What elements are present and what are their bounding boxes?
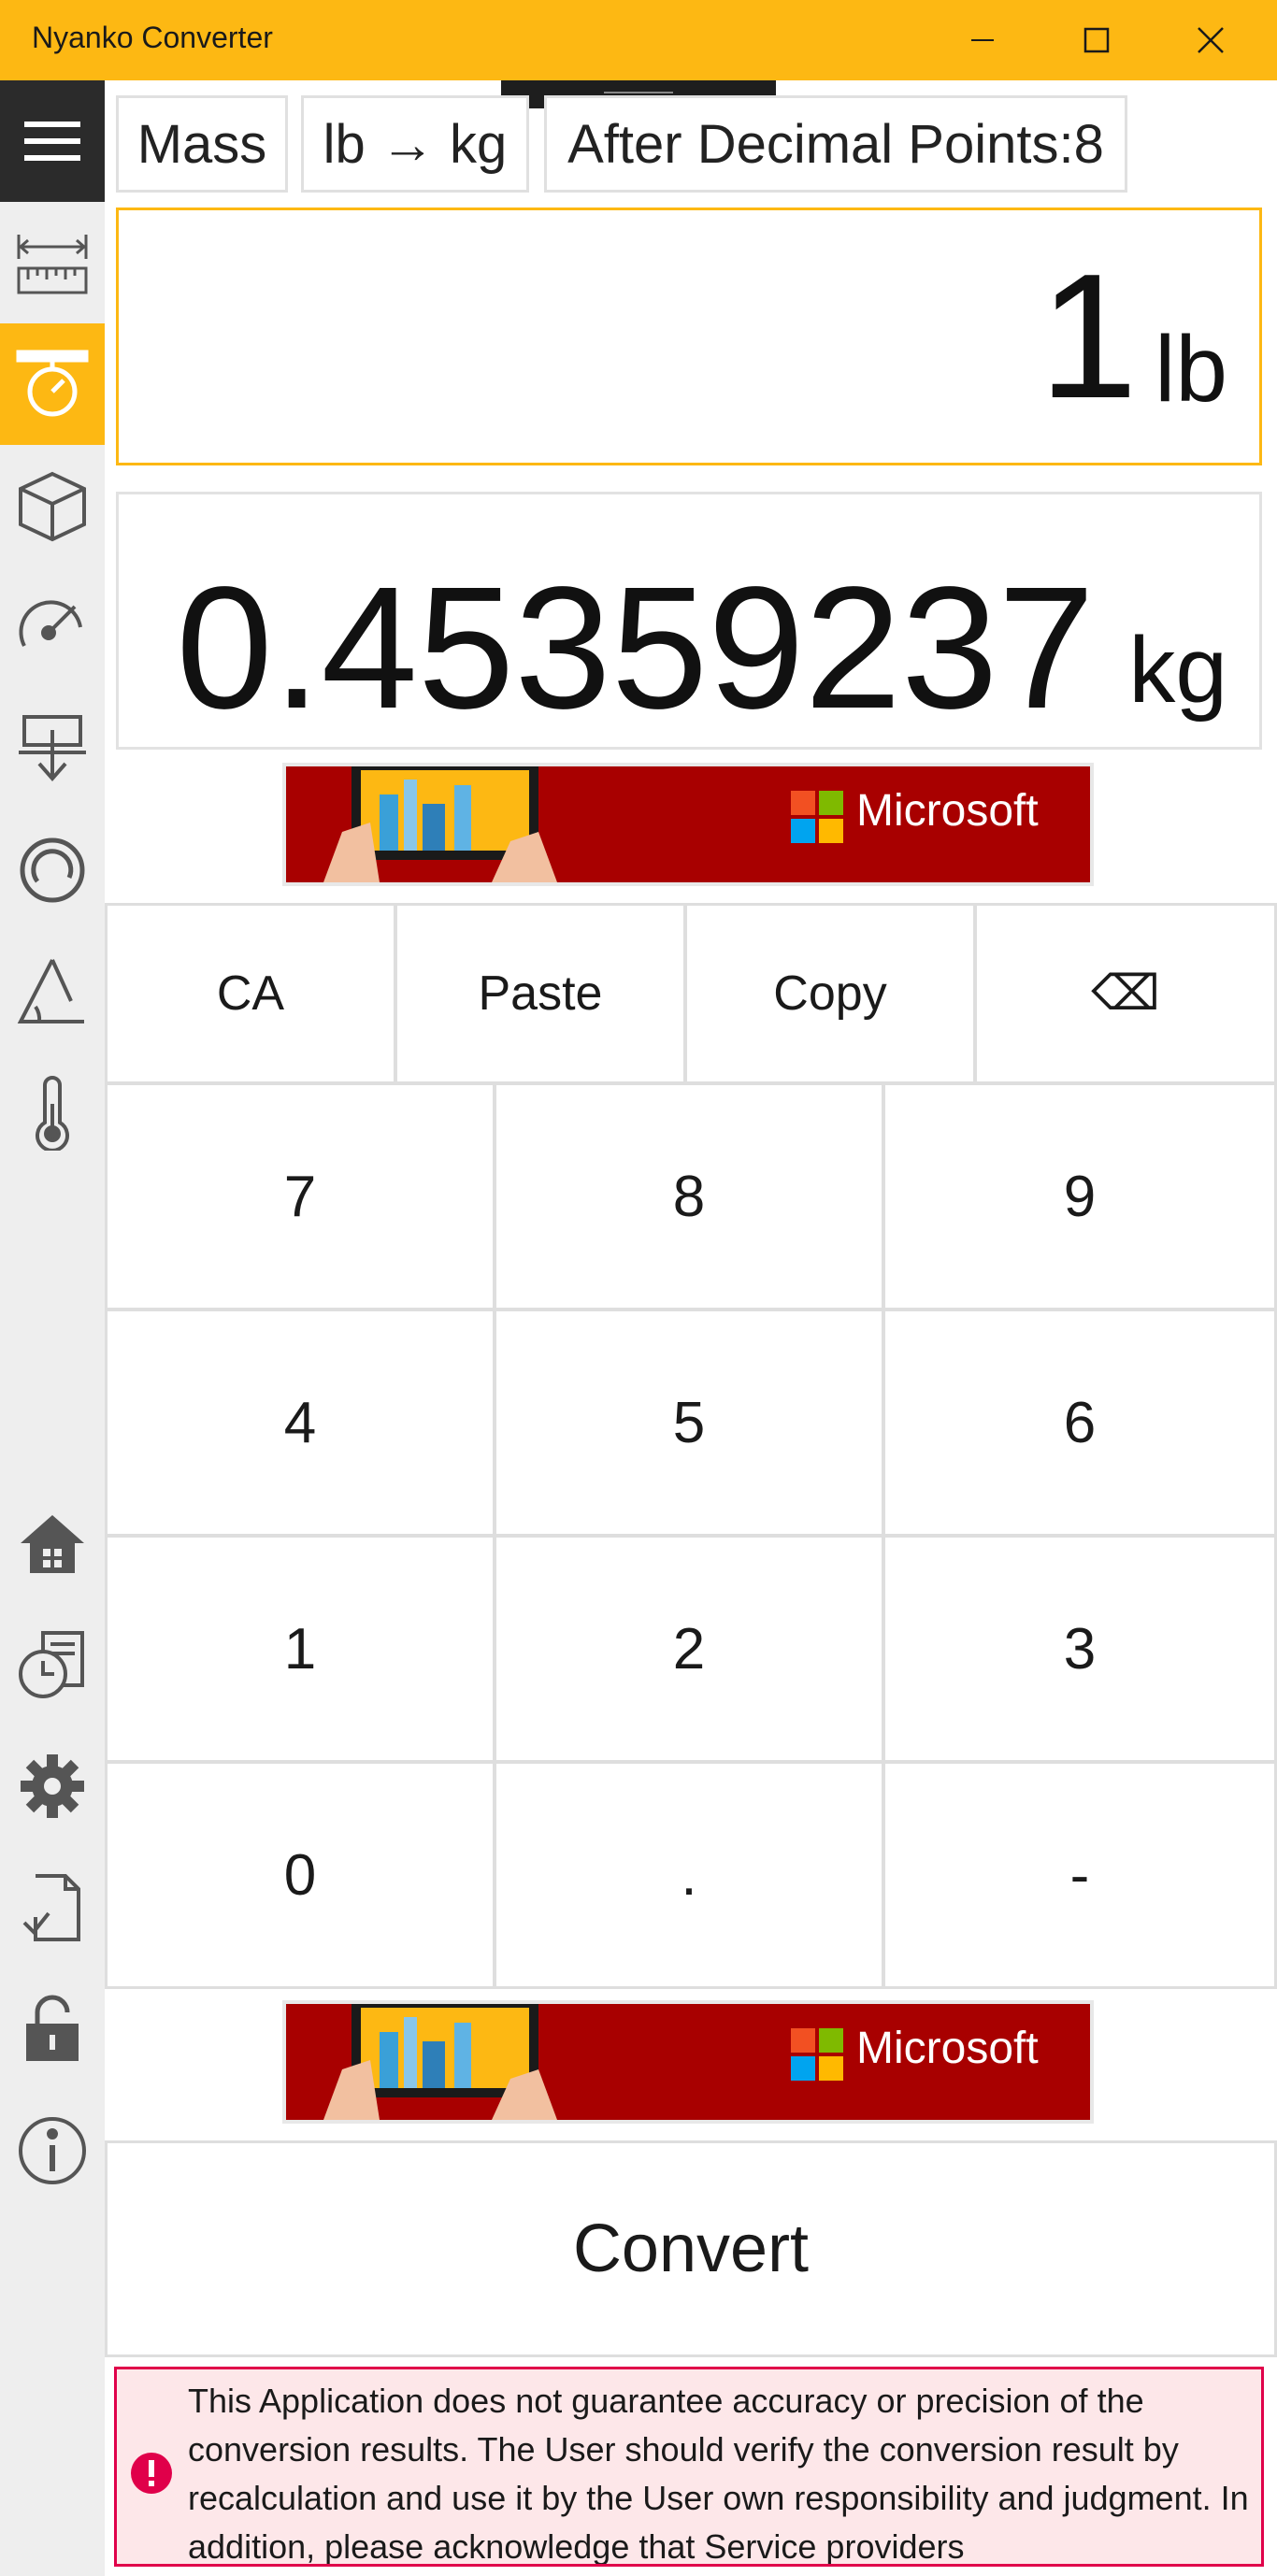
key-9[interactable]: 9 bbox=[882, 1082, 1277, 1310]
ad-illustration bbox=[323, 2004, 557, 2120]
sidebar bbox=[0, 80, 105, 2576]
keypad-row-789: 7 8 9 bbox=[105, 1082, 1277, 1310]
minimize-icon bbox=[971, 39, 994, 41]
clear-all-button[interactable]: CA bbox=[105, 903, 396, 1084]
keypad-row-123: 1 2 3 bbox=[105, 1535, 1277, 1763]
keypad-row-456: 4 5 6 bbox=[105, 1309, 1277, 1537]
mass-scale-icon bbox=[16, 350, 89, 417]
category-selector[interactable]: Mass bbox=[116, 95, 288, 193]
key-6[interactable]: 6 bbox=[882, 1309, 1277, 1537]
input-value: 1 bbox=[1039, 237, 1138, 436]
sidebar-item-settings[interactable] bbox=[0, 1725, 105, 1847]
paste-button[interactable]: Paste bbox=[395, 903, 686, 1084]
sidebar-item-terms[interactable] bbox=[0, 1847, 105, 1968]
pressure-icon bbox=[19, 715, 86, 782]
sidebar-item-info[interactable] bbox=[0, 2090, 105, 2211]
length-ruler-icon bbox=[17, 235, 88, 294]
unlock-icon bbox=[26, 1995, 79, 2061]
settings-gear-icon bbox=[21, 1754, 84, 1818]
home-icon bbox=[21, 1515, 84, 1573]
input-unit: lb bbox=[1155, 317, 1227, 422]
key-2[interactable]: 2 bbox=[494, 1535, 884, 1763]
document-check-icon bbox=[22, 1874, 80, 1941]
key-decimal-point[interactable]: . bbox=[494, 1761, 884, 1989]
key-7[interactable]: 7 bbox=[105, 1082, 495, 1310]
ad-banner-top[interactable]: Microsoft bbox=[282, 763, 1094, 886]
hamburger-menu-button[interactable] bbox=[0, 80, 105, 202]
temperature-icon bbox=[36, 1076, 69, 1151]
unit-selector[interactable]: lb → kg bbox=[301, 95, 529, 193]
ad-banner-bottom[interactable]: Microsoft bbox=[282, 2000, 1094, 2124]
input-display[interactable]: 1 lb bbox=[116, 208, 1262, 465]
decimal-points-selector[interactable]: After Decimal Points:8 bbox=[544, 95, 1127, 193]
disclaimer-notice: This Application does not guarantee accu… bbox=[114, 2367, 1264, 2567]
function-keys-row: CA Paste Copy ⌫ bbox=[105, 903, 1277, 1084]
copy-button[interactable]: Copy bbox=[684, 903, 976, 1084]
key-5[interactable]: 5 bbox=[494, 1309, 884, 1537]
microsoft-logo-icon bbox=[791, 2028, 843, 2081]
title-bar: Nyanko Converter bbox=[0, 0, 1277, 80]
sidebar-item-length[interactable] bbox=[0, 202, 105, 323]
history-icon bbox=[19, 1631, 84, 1698]
close-button[interactable] bbox=[1154, 0, 1268, 80]
backspace-button[interactable]: ⌫ bbox=[974, 903, 1277, 1084]
maximize-button[interactable] bbox=[1040, 0, 1154, 80]
speed-gauge-icon bbox=[19, 600, 82, 647]
sidebar-item-pressure[interactable] bbox=[0, 688, 105, 809]
key-1[interactable]: 1 bbox=[105, 1535, 495, 1763]
key-4[interactable]: 4 bbox=[105, 1309, 495, 1537]
output-unit: kg bbox=[1128, 618, 1227, 723]
keypad-row-0: 0 . - bbox=[105, 1761, 1277, 1989]
error-icon bbox=[131, 2453, 172, 2494]
volume-cube-icon bbox=[19, 471, 86, 542]
ad-brand-text: Microsoft bbox=[856, 2024, 1039, 2073]
minimize-button[interactable] bbox=[925, 0, 1040, 80]
key-8[interactable]: 8 bbox=[494, 1082, 884, 1310]
key-minus[interactable]: - bbox=[882, 1761, 1277, 1989]
key-0[interactable]: 0 bbox=[105, 1761, 495, 1989]
sidebar-item-volume[interactable] bbox=[0, 445, 105, 566]
hamburger-menu-icon bbox=[24, 122, 80, 161]
sidebar-item-angle[interactable] bbox=[0, 931, 105, 1052]
sidebar-item-unlock[interactable] bbox=[0, 1968, 105, 2090]
disclaimer-text: This Application does not guarantee accu… bbox=[188, 2382, 1249, 2566]
sidebar-item-circular[interactable] bbox=[0, 809, 105, 931]
key-3[interactable]: 3 bbox=[882, 1535, 1277, 1763]
sidebar-item-speed[interactable] bbox=[0, 566, 105, 688]
convert-button[interactable]: Convert bbox=[105, 2140, 1277, 2357]
info-icon bbox=[19, 2117, 86, 2184]
circular-icon bbox=[20, 837, 85, 903]
sidebar-item-history[interactable] bbox=[0, 1604, 105, 1725]
sidebar-item-home[interactable] bbox=[0, 1482, 105, 1604]
output-value: 0.45359237 bbox=[176, 551, 1095, 745]
window-title: Nyanko Converter bbox=[32, 21, 273, 54]
ad-illustration bbox=[323, 766, 557, 882]
sidebar-item-temperature[interactable] bbox=[0, 1052, 105, 1174]
output-display: 0.45359237 kg bbox=[116, 492, 1262, 750]
sidebar-item-mass[interactable] bbox=[0, 323, 105, 445]
angle-icon bbox=[17, 959, 84, 1023]
ad-brand-text: Microsoft bbox=[856, 786, 1039, 836]
close-icon bbox=[1198, 27, 1224, 53]
maximize-icon bbox=[1083, 27, 1110, 53]
microsoft-logo-icon bbox=[791, 791, 843, 843]
